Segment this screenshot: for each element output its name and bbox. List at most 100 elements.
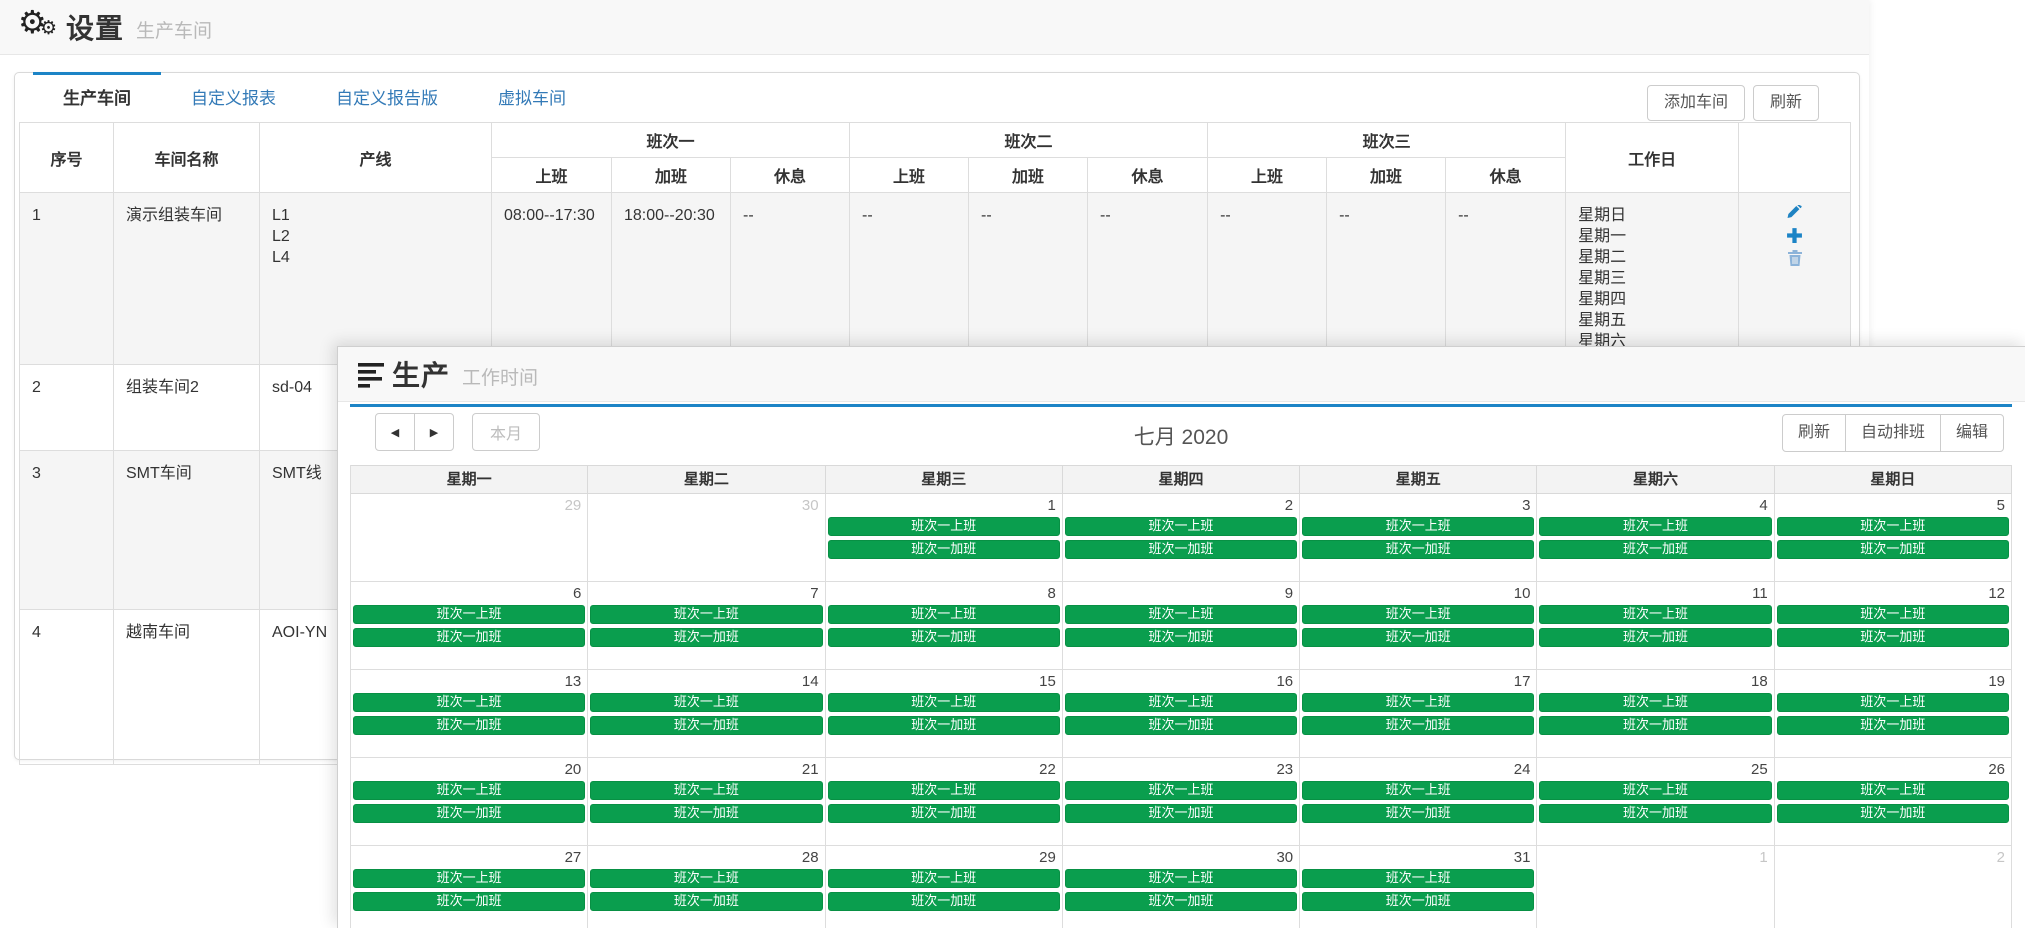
day-cell[interactable]: 19班次一上班班次一加班: [1775, 670, 2012, 758]
day-cell[interactable]: 1班次一上班班次一加班: [826, 494, 1063, 582]
day-cell[interactable]: 3班次一上班班次一加班: [1300, 494, 1537, 582]
shift-overtime-event[interactable]: 班次一加班: [1065, 628, 1297, 647]
shift-overtime-event[interactable]: 班次一加班: [590, 628, 822, 647]
day-cell[interactable]: 16班次一上班班次一加班: [1063, 670, 1300, 758]
add-workshop-button[interactable]: 添加车间: [1647, 85, 1745, 121]
day-cell[interactable]: 28班次一上班班次一加班: [588, 846, 825, 928]
shift-work-event[interactable]: 班次一上班: [828, 605, 1060, 624]
day-cell[interactable]: 5班次一上班班次一加班: [1775, 494, 2012, 582]
refresh-button[interactable]: 刷新: [1753, 85, 1819, 121]
shift-work-event[interactable]: 班次一上班: [1302, 605, 1534, 624]
shift-overtime-event[interactable]: 班次一加班: [828, 716, 1060, 735]
day-cell[interactable]: 26班次一上班班次一加班: [1775, 758, 2012, 846]
day-cell[interactable]: 25班次一上班班次一加班: [1537, 758, 1774, 846]
shift-work-event[interactable]: 班次一上班: [1539, 693, 1771, 712]
day-cell[interactable]: 13班次一上班班次一加班: [351, 670, 588, 758]
shift-work-event[interactable]: 班次一上班: [1065, 781, 1297, 800]
tab-自定义报表[interactable]: 自定义报表: [161, 72, 306, 118]
shift-overtime-event[interactable]: 班次一加班: [1539, 716, 1771, 735]
day-cell[interactable]: 20班次一上班班次一加班: [351, 758, 588, 846]
day-cell[interactable]: 21班次一上班班次一加班: [588, 758, 825, 846]
shift-work-event[interactable]: 班次一上班: [353, 605, 585, 624]
day-cell[interactable]: 7班次一上班班次一加班: [588, 582, 825, 670]
day-cell[interactable]: 4班次一上班班次一加班: [1537, 494, 1774, 582]
shift-work-event[interactable]: 班次一上班: [1302, 869, 1534, 888]
day-cell[interactable]: 23班次一上班班次一加班: [1063, 758, 1300, 846]
shift-work-event[interactable]: 班次一上班: [1539, 605, 1771, 624]
shift-work-event[interactable]: 班次一上班: [1065, 869, 1297, 888]
shift-overtime-event[interactable]: 班次一加班: [1065, 804, 1297, 823]
shift-work-event[interactable]: 班次一上班: [353, 869, 585, 888]
shift-work-event[interactable]: 班次一上班: [1777, 517, 2009, 536]
shift-overtime-event[interactable]: 班次一加班: [1302, 716, 1534, 735]
day-cell[interactable]: 1: [1537, 846, 1774, 928]
shift-work-event[interactable]: 班次一上班: [1302, 517, 1534, 536]
shift-work-event[interactable]: 班次一上班: [828, 517, 1060, 536]
day-cell[interactable]: 22班次一上班班次一加班: [826, 758, 1063, 846]
day-cell[interactable]: 8班次一上班班次一加班: [826, 582, 1063, 670]
shift-work-event[interactable]: 班次一上班: [828, 869, 1060, 888]
shift-overtime-event[interactable]: 班次一加班: [1065, 892, 1297, 911]
shift-work-event[interactable]: 班次一上班: [1302, 693, 1534, 712]
day-cell[interactable]: 10班次一上班班次一加班: [1300, 582, 1537, 670]
pencil-icon[interactable]: [1786, 205, 1803, 222]
shift-overtime-event[interactable]: 班次一加班: [828, 540, 1060, 559]
shift-work-event[interactable]: 班次一上班: [1065, 693, 1297, 712]
day-cell[interactable]: 30班次一上班班次一加班: [1063, 846, 1300, 928]
shift-overtime-event[interactable]: 班次一加班: [1777, 628, 2009, 647]
day-cell[interactable]: 6班次一上班班次一加班: [351, 582, 588, 670]
shift-work-event[interactable]: 班次一上班: [1065, 517, 1297, 536]
day-cell[interactable]: 14班次一上班班次一加班: [588, 670, 825, 758]
day-cell[interactable]: 31班次一上班班次一加班: [1300, 846, 1537, 928]
shift-overtime-event[interactable]: 班次一加班: [1777, 540, 2009, 559]
shift-overtime-event[interactable]: 班次一加班: [1302, 540, 1534, 559]
day-cell[interactable]: 29: [351, 494, 588, 582]
day-cell[interactable]: 17班次一上班班次一加班: [1300, 670, 1537, 758]
shift-work-event[interactable]: 班次一上班: [1777, 693, 2009, 712]
calendar-refresh-button[interactable]: 刷新: [1782, 414, 1846, 452]
day-cell[interactable]: 24班次一上班班次一加班: [1300, 758, 1537, 846]
shift-overtime-event[interactable]: 班次一加班: [1777, 716, 2009, 735]
shift-work-event[interactable]: 班次一上班: [828, 781, 1060, 800]
shift-overtime-event[interactable]: 班次一加班: [1539, 540, 1771, 559]
calendar-edit-button[interactable]: 编辑: [1940, 414, 2004, 452]
shift-work-event[interactable]: 班次一上班: [1777, 781, 2009, 800]
shift-overtime-event[interactable]: 班次一加班: [353, 892, 585, 911]
shift-work-event[interactable]: 班次一上班: [1065, 605, 1297, 624]
plus-icon[interactable]: [1786, 227, 1803, 244]
shift-overtime-event[interactable]: 班次一加班: [590, 892, 822, 911]
shift-overtime-event[interactable]: 班次一加班: [1302, 804, 1534, 823]
shift-overtime-event[interactable]: 班次一加班: [828, 804, 1060, 823]
shift-overtime-event[interactable]: 班次一加班: [1777, 804, 2009, 823]
shift-work-event[interactable]: 班次一上班: [590, 781, 822, 800]
auto-schedule-button[interactable]: 自动排班: [1845, 414, 1941, 452]
day-cell[interactable]: 2: [1775, 846, 2012, 928]
day-cell[interactable]: 12班次一上班班次一加班: [1775, 582, 2012, 670]
shift-overtime-event[interactable]: 班次一加班: [828, 628, 1060, 647]
trash-icon[interactable]: [1787, 249, 1803, 266]
shift-overtime-event[interactable]: 班次一加班: [1539, 628, 1771, 647]
shift-work-event[interactable]: 班次一上班: [590, 605, 822, 624]
shift-work-event[interactable]: 班次一上班: [1539, 517, 1771, 536]
day-cell[interactable]: 18班次一上班班次一加班: [1537, 670, 1774, 758]
shift-overtime-event[interactable]: 班次一加班: [1065, 540, 1297, 559]
shift-work-event[interactable]: 班次一上班: [590, 869, 822, 888]
shift-work-event[interactable]: 班次一上班: [590, 693, 822, 712]
day-cell[interactable]: 15班次一上班班次一加班: [826, 670, 1063, 758]
shift-work-event[interactable]: 班次一上班: [353, 781, 585, 800]
shift-overtime-event[interactable]: 班次一加班: [828, 892, 1060, 911]
shift-work-event[interactable]: 班次一上班: [828, 693, 1060, 712]
shift-work-event[interactable]: 班次一上班: [1302, 781, 1534, 800]
shift-overtime-event[interactable]: 班次一加班: [1302, 892, 1534, 911]
shift-overtime-event[interactable]: 班次一加班: [1539, 804, 1771, 823]
shift-overtime-event[interactable]: 班次一加班: [590, 716, 822, 735]
tab-虚拟车间[interactable]: 虚拟车间: [468, 72, 596, 118]
day-cell[interactable]: 9班次一上班班次一加班: [1063, 582, 1300, 670]
shift-work-event[interactable]: 班次一上班: [353, 693, 585, 712]
shift-work-event[interactable]: 班次一上班: [1777, 605, 2009, 624]
day-cell[interactable]: 2班次一上班班次一加班: [1063, 494, 1300, 582]
day-cell[interactable]: 30: [588, 494, 825, 582]
day-cell[interactable]: 27班次一上班班次一加班: [351, 846, 588, 928]
shift-overtime-event[interactable]: 班次一加班: [1302, 628, 1534, 647]
shift-overtime-event[interactable]: 班次一加班: [353, 804, 585, 823]
